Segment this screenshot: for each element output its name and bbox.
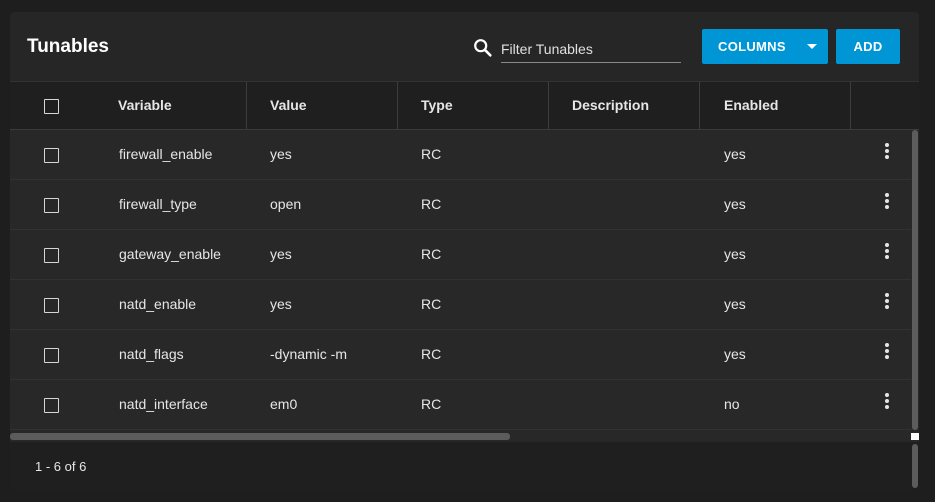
cell-variable: natd_enable — [119, 296, 197, 312]
table-header: Variable Value Type Description Enabled — [10, 81, 919, 130]
column-header-value[interactable]: Value — [270, 82, 307, 129]
cell-value: yes — [270, 146, 292, 162]
filter-tunables-input[interactable] — [501, 36, 681, 63]
column-divider[interactable] — [699, 82, 700, 129]
cell-variable: firewall_enable — [119, 146, 213, 162]
cell-enabled: no — [724, 396, 740, 412]
card-header: Tunables COLUMNS ADD — [10, 12, 919, 82]
search-icon[interactable] — [472, 37, 494, 59]
page-title: Tunables — [27, 36, 109, 57]
cell-enabled: yes — [724, 346, 746, 362]
table-row[interactable]: firewall_enable yes RC yes — [10, 130, 911, 180]
row-checkbox[interactable] — [44, 248, 59, 263]
tunables-card: Tunables COLUMNS ADD Variable Value Type… — [10, 12, 919, 490]
column-divider[interactable] — [397, 82, 398, 129]
column-divider[interactable] — [548, 82, 549, 129]
tunables-table: Variable Value Type Description Enabled … — [10, 81, 919, 441]
row-checkbox[interactable] — [44, 398, 59, 413]
cell-type: RC — [421, 296, 442, 312]
column-header-description[interactable]: Description — [572, 82, 649, 129]
more-vert-icon[interactable] — [882, 343, 892, 363]
cell-enabled: yes — [724, 146, 746, 162]
column-divider[interactable] — [850, 82, 851, 129]
table-row[interactable]: firewall_type open RC yes — [10, 180, 911, 230]
cell-type: RC — [421, 246, 442, 262]
cell-enabled: yes — [724, 196, 746, 212]
column-header-enabled[interactable]: Enabled — [724, 82, 778, 129]
vertical-scrollbar[interactable] — [912, 130, 918, 430]
more-vert-icon[interactable] — [882, 293, 892, 313]
cell-type: RC — [421, 146, 442, 162]
cell-value: em0 — [270, 396, 298, 412]
cell-variable: gateway_enable — [119, 246, 221, 262]
cell-value: open — [270, 196, 302, 212]
row-checkbox[interactable] — [44, 148, 59, 163]
cell-value: yes — [270, 246, 292, 262]
scrollbar-corner — [911, 433, 919, 440]
add-button[interactable]: ADD — [836, 29, 900, 64]
table-row[interactable]: gateway_enable yes RC yes — [10, 230, 911, 280]
column-divider[interactable] — [246, 82, 247, 129]
paginator-range: 1 - 6 of 6 — [35, 459, 87, 474]
cell-variable: natd_interface — [119, 396, 208, 412]
cell-value: yes — [270, 296, 292, 312]
more-vert-icon[interactable] — [882, 143, 892, 163]
more-vert-icon[interactable] — [882, 393, 892, 413]
column-header-variable[interactable]: Variable — [118, 82, 172, 129]
more-vert-icon[interactable] — [882, 193, 892, 213]
select-all-checkbox[interactable] — [44, 99, 59, 114]
cell-type: RC — [421, 396, 442, 412]
table-footer: 1 - 6 of 6 — [10, 442, 919, 490]
footer-scrollbar[interactable] — [912, 444, 918, 488]
caret-down-icon — [807, 44, 817, 49]
table-row[interactable]: natd_interface em0 RC no — [10, 380, 911, 430]
horizontal-scrollbar[interactable] — [10, 433, 510, 440]
cell-enabled: yes — [724, 246, 746, 262]
row-checkbox[interactable] — [44, 298, 59, 313]
cell-type: RC — [421, 346, 442, 362]
columns-button-label: COLUMNS — [718, 39, 786, 54]
column-header-type[interactable]: Type — [421, 82, 453, 129]
table-row[interactable]: natd_enable yes RC yes — [10, 280, 911, 330]
row-checkbox[interactable] — [44, 198, 59, 213]
cell-variable: natd_flags — [119, 346, 184, 362]
cell-type: RC — [421, 196, 442, 212]
cell-variable: firewall_type — [119, 196, 197, 212]
more-vert-icon[interactable] — [882, 243, 892, 263]
cell-enabled: yes — [724, 296, 746, 312]
table-row[interactable]: natd_flags -dynamic -m RC yes — [10, 330, 911, 380]
cell-value: -dynamic -m — [270, 346, 348, 362]
row-checkbox[interactable] — [44, 348, 59, 363]
columns-button[interactable]: COLUMNS — [702, 29, 828, 64]
